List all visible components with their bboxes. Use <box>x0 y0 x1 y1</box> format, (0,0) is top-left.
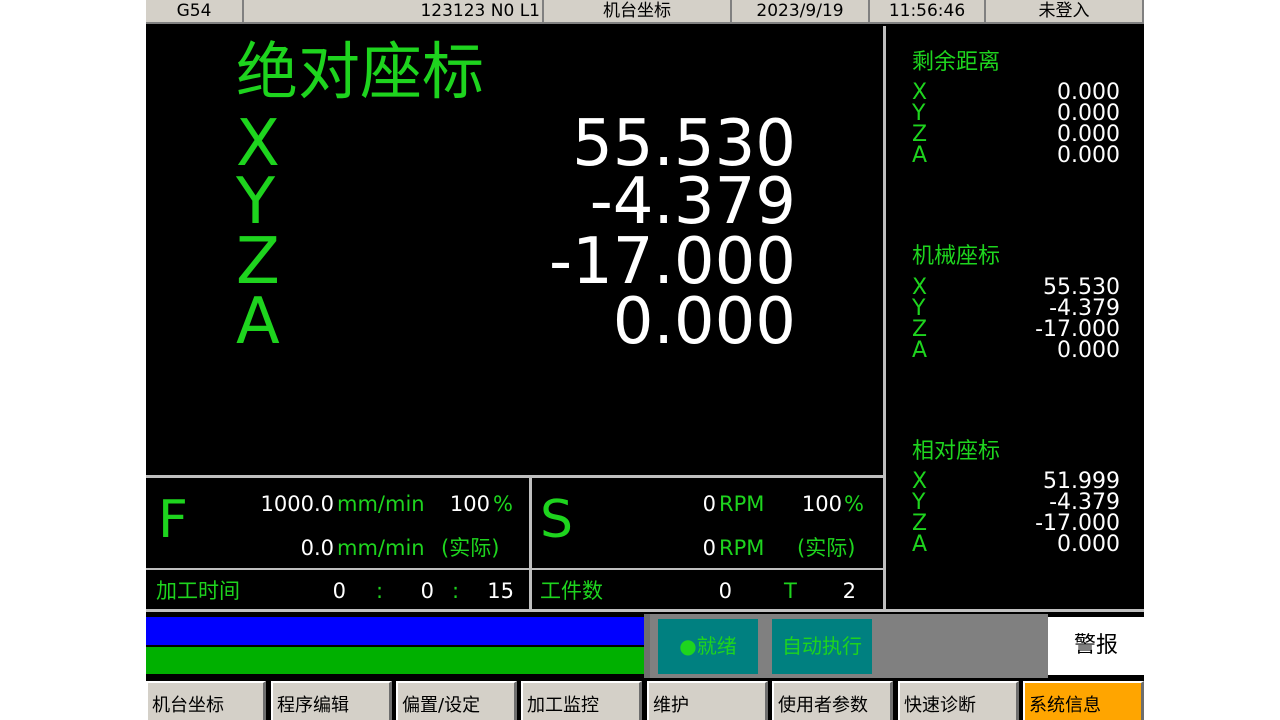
workpiece-count: 0 <box>718 579 732 603</box>
tool-label: T <box>784 579 797 603</box>
mach-axis-label: Z <box>912 317 928 342</box>
date-display: 2023/9/19 <box>732 0 870 24</box>
remaining-title: 剩余距离 <box>912 50 1001 75</box>
time-separator: : <box>452 579 460 603</box>
spindle-label: S <box>540 490 574 550</box>
mach-axis-label: Y <box>912 296 926 321</box>
rel-axis-label: Y <box>912 490 926 515</box>
rel-axis-label: A <box>912 532 928 557</box>
relative-title: 相对座标 <box>912 439 1001 464</box>
feed-override: 100 <box>449 492 490 516</box>
abs-a-value: 0.000 <box>612 285 796 359</box>
user-status: 未登入 <box>986 0 1144 24</box>
secondary-coordinates-panel: 剩余距离 X 0.000 Y 0.000 Z 0.000 A 0.000 机械座… <box>886 26 1142 610</box>
workpiece-label: 工件数 <box>540 579 603 603</box>
time-separator: : <box>376 579 384 603</box>
spindle-cmd-value: 0 <box>702 492 716 516</box>
rem-axis-label: A <box>912 143 928 168</box>
alarm-indicator[interactable]: 警报 <box>1048 617 1144 675</box>
process-time-seconds: 15 <box>487 579 514 603</box>
rem-z-value: 0.000 <box>1057 122 1120 147</box>
feed-spindle-divider <box>529 478 532 610</box>
blue-status-bar <box>146 617 644 645</box>
softkey-process-monitor[interactable]: 加工监控 <box>521 681 642 720</box>
mach-axis-label: A <box>912 338 928 363</box>
rel-z-value: -17.000 <box>1035 511 1120 536</box>
softkey-quick-diagnosis[interactable]: 快速诊断 <box>898 681 1019 720</box>
tool-number: 2 <box>842 579 856 603</box>
feed-cmd-value: 1000.0 <box>260 492 334 516</box>
rel-a-value: 0.000 <box>1057 532 1120 557</box>
cnc-screen: G54 123123 N0 L1 机台坐标 2023/9/19 11:56:46… <box>146 0 1144 720</box>
feed-top-divider <box>146 475 886 478</box>
mach-x-value: 55.530 <box>1043 275 1120 300</box>
rel-axis-label: Z <box>912 511 928 536</box>
bottom-divider <box>146 609 1144 612</box>
feed-unit: mm/min <box>337 536 425 560</box>
abs-axis-label: Y <box>236 165 276 239</box>
screen-name: 机台坐标 <box>544 0 732 24</box>
mach-a-value: 0.000 <box>1057 338 1120 363</box>
rem-a-value: 0.000 <box>1057 143 1120 168</box>
absolute-title: 绝对座标 <box>236 35 485 108</box>
spindle-unit: RPM <box>719 536 765 560</box>
softkey-offset-settings[interactable]: 偏置/设定 <box>396 681 517 720</box>
spindle-pct: % <box>844 492 864 516</box>
feed-pct: % <box>493 492 513 516</box>
time-display: 11:56:46 <box>870 0 986 24</box>
softkey-machine-coords[interactable]: 机台坐标 <box>146 681 266 720</box>
rem-y-value: 0.000 <box>1057 101 1120 126</box>
feed-unit: mm/min <box>337 492 425 516</box>
softkey-program-edit[interactable]: 程序编辑 <box>271 681 392 720</box>
rel-y-value: -4.379 <box>1049 490 1120 515</box>
rel-axis-label: X <box>912 469 928 494</box>
rem-x-value: 0.000 <box>1057 80 1120 105</box>
ready-indicator: ●就绪 <box>658 619 758 674</box>
softkey-user-params[interactable]: 使用者参数 <box>772 681 893 720</box>
absolute-coordinates-panel: 绝对座标 X 55.530 Y -4.379 Z -17.000 A 0.000 <box>146 26 884 476</box>
rem-axis-label: X <box>912 80 928 105</box>
time-divider <box>146 568 886 570</box>
rel-x-value: 51.999 <box>1043 469 1120 494</box>
feed-actual-label: (实际) <box>441 536 500 560</box>
spindle-actual-value: 0 <box>702 536 716 560</box>
mach-axis-label: X <box>912 275 928 300</box>
spindle-override: 100 <box>801 492 842 516</box>
program-indicator: 123123 N0 L1 <box>244 0 544 24</box>
feed-actual-value: 0.0 <box>300 536 334 560</box>
abs-z-value: -17.000 <box>548 225 796 299</box>
abs-axis-label: A <box>236 285 280 359</box>
rem-axis-label: Z <box>912 122 928 147</box>
softkey-maintenance[interactable]: 维护 <box>647 681 768 720</box>
process-time-hours: 0 <box>332 579 346 603</box>
spindle-unit: RPM <box>719 492 765 516</box>
mach-y-value: -4.379 <box>1049 296 1120 321</box>
feed-label: F <box>158 490 188 550</box>
abs-y-value: -4.379 <box>589 165 796 239</box>
softkey-system-info[interactable]: 系统信息 <box>1023 681 1144 720</box>
spindle-actual-label: (实际) <box>797 536 856 560</box>
process-time-minutes: 0 <box>420 579 434 603</box>
green-status-bar <box>146 647 644 674</box>
machine-title: 机械座标 <box>912 244 1001 269</box>
abs-axis-label: Z <box>236 225 280 299</box>
coord-system-indicator: G54 <box>146 0 244 24</box>
mach-z-value: -17.000 <box>1035 317 1120 342</box>
process-time-label: 加工时间 <box>156 579 240 603</box>
rem-axis-label: Y <box>912 101 926 126</box>
auto-run-indicator: 自动执行 <box>772 619 872 674</box>
